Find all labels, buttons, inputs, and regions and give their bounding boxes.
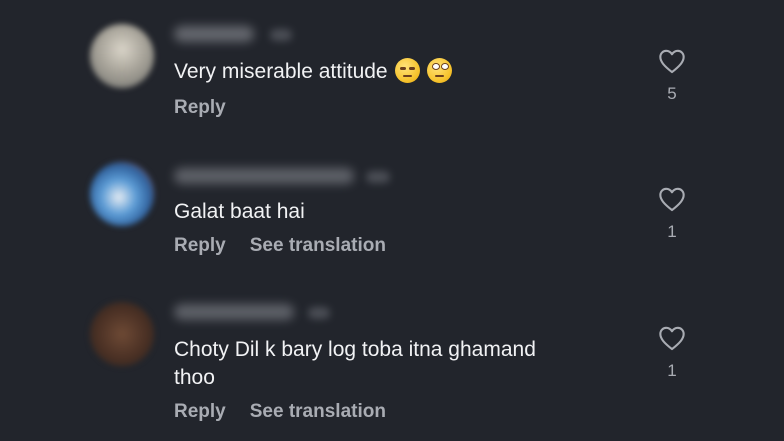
avatar[interactable] [90,24,154,88]
comment-text-line: Choty Dil k bary log toba itna ghamand [174,338,536,361]
comment-text-content: Very miserable attitude [174,60,388,83]
face-with-rolling-eyes-emoji [426,58,452,83]
comment-text-line: thoo [174,366,215,389]
comment-item: Galat baat hai Reply See translation 1 [0,140,784,280]
timestamp-blurred [270,29,292,41]
comment-actions: Reply See translation [174,234,410,258]
see-translation-button[interactable]: See translation [250,400,386,424]
comments-screen: Very miserable attitude Reply 5 Galat ba… [0,0,784,441]
like-count: 5 [667,84,677,103]
reply-button[interactable]: Reply [174,400,226,424]
comment-item: Choty Dil k bary log toba itna ghamand t… [0,280,784,441]
username-blurred[interactable] [174,168,354,184]
reply-button[interactable]: Reply [174,96,226,120]
see-translation-button[interactable]: See translation [250,234,386,258]
heart-outline-icon[interactable] [658,48,686,74]
avatar[interactable] [90,302,154,366]
comment-actions: Reply See translation [174,400,410,424]
like-button[interactable]: 5 [652,48,692,104]
comment-text: Galat baat hai [174,198,614,226]
comment-text: Choty Dil k bary log toba itna ghamand t… [174,336,614,392]
heart-outline-icon[interactable] [658,325,686,351]
like-count: 1 [667,222,677,241]
timestamp-blurred [366,171,390,183]
username-blurred[interactable] [174,304,294,320]
unamused-face-emoji [394,58,420,83]
comment-text-content: Galat baat hai [174,200,305,223]
timestamp-blurred [308,307,330,319]
username-blurred[interactable] [174,26,254,42]
comment-item: Very miserable attitude Reply 5 [0,0,784,140]
heart-outline-icon[interactable] [658,186,686,212]
comment-actions: Reply [174,96,250,120]
like-button[interactable]: 1 [652,186,692,242]
reply-button[interactable]: Reply [174,234,226,258]
like-button[interactable]: 1 [652,325,692,381]
comment-text: Very miserable attitude [174,58,614,86]
avatar[interactable] [90,162,154,226]
like-count: 1 [667,361,677,380]
